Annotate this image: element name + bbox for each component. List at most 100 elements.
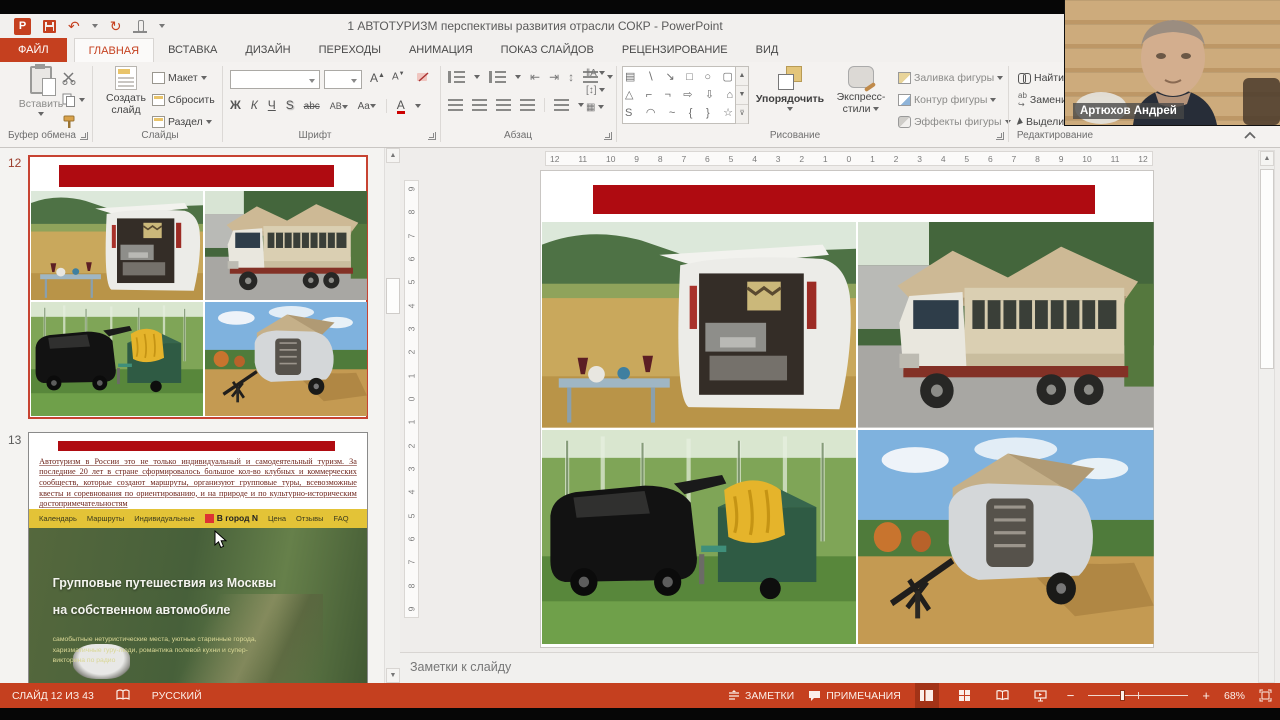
shape-icon[interactable]: ↘ [665, 71, 674, 83]
notes-toggle-button[interactable]: ЗАМЕТКИ [728, 690, 794, 702]
character-spacing-button[interactable]: АВ [330, 101, 348, 111]
comments-toggle-button[interactable]: ПРИМЕЧАНИЯ [808, 690, 901, 702]
grow-font-button[interactable]: А▲ [370, 71, 385, 85]
font-dialog-launcher[interactable] [428, 132, 436, 140]
font-color-caret-icon[interactable] [414, 104, 421, 109]
shapes-scroll-up-icon[interactable]: ▲ [736, 67, 748, 86]
justify-icon[interactable] [520, 99, 535, 111]
tab-insert[interactable]: ВСТАВКА [154, 38, 231, 62]
tab-transitions[interactable]: ПЕРЕХОДЫ [305, 38, 395, 62]
increase-indent-icon[interactable]: ⇥ [549, 70, 559, 84]
tab-view[interactable]: ВИД [742, 38, 793, 62]
new-slide-button[interactable]: Создать слайд [100, 66, 152, 116]
font-size-combobox[interactable] [324, 70, 362, 89]
text-shadow-button[interactable]: S [286, 98, 294, 112]
zoom-slider-thumb[interactable] [1120, 690, 1126, 701]
thumbnail-scrollbar[interactable]: ▲ ▼ [384, 148, 400, 683]
shapes-gallery-scroll[interactable]: ▲ ▼ ⊽ [736, 66, 749, 124]
shape-icon[interactable]: ▤ [625, 71, 635, 83]
columns-icon[interactable] [554, 99, 569, 111]
shape-icon[interactable]: ∖ [647, 71, 654, 83]
shape-fill-button[interactable]: Заливка фигуры [898, 70, 1004, 86]
shape-icon[interactable]: ⌐ [646, 89, 652, 101]
tab-home[interactable]: ГЛАВНАЯ [73, 38, 155, 62]
line-spacing-caret-icon[interactable] [607, 75, 614, 79]
shapes-gallery[interactable]: ▤ ∖ ↘ □ ○ ▢ △ ⌐ ¬ ⇨ ⇩ ⌂ S ◠ ~ {} ☆ [622, 66, 736, 124]
find-button[interactable]: Найти [1018, 70, 1064, 86]
quick-styles-button[interactable]: Экспресс- стили [832, 66, 890, 115]
italic-button[interactable]: К [251, 98, 258, 112]
change-case-button[interactable]: Aa [358, 101, 376, 112]
line-spacing-icon[interactable]: ↕ [568, 70, 574, 84]
text-direction-button[interactable]: ‖A [586, 68, 606, 79]
bullets-icon[interactable] [448, 71, 465, 83]
language-indicator[interactable]: РУССКИЙ [152, 690, 202, 702]
normal-view-button[interactable] [914, 683, 939, 708]
paragraph-dialog-launcher[interactable] [604, 132, 612, 140]
shape-icon[interactable]: ◠ [646, 107, 656, 119]
align-center-icon[interactable] [472, 99, 487, 111]
tab-slideshow[interactable]: ПОКАЗ СЛАЙДОВ [487, 38, 608, 62]
font-name-combobox[interactable] [230, 70, 320, 89]
slide-counter[interactable]: СЛАЙД 12 ИЗ 43 [12, 690, 94, 702]
convert-smartart-button[interactable]: ▦ [586, 102, 605, 113]
photo-van-tent-trailer[interactable] [542, 430, 856, 644]
arrange-button[interactable]: Упорядочить [756, 66, 824, 111]
tab-animation[interactable]: АНИМАЦИЯ [395, 38, 487, 62]
shape-icon[interactable]: ⌂ [726, 89, 733, 101]
shape-icon[interactable]: ~ [669, 107, 675, 119]
photo-expedition-truck[interactable] [858, 222, 1154, 428]
notes-pane[interactable]: Заметки к слайду [400, 652, 1258, 683]
shape-icon[interactable]: { [689, 107, 693, 119]
reading-view-button[interactable] [991, 683, 1015, 708]
strikethrough-button[interactable]: abc [304, 101, 320, 112]
shape-icon[interactable]: ¬ [665, 89, 671, 101]
photo-teardrop-trailer[interactable] [858, 430, 1154, 644]
tab-review[interactable]: РЕЦЕНЗИРОВАНИЕ [608, 38, 742, 62]
shape-icon[interactable]: △ [625, 89, 633, 101]
shapes-gallery-more-icon[interactable]: ⊽ [736, 105, 748, 124]
decrease-indent-icon[interactable]: ⇤ [530, 70, 540, 84]
numbering-icon[interactable] [489, 71, 506, 83]
zoom-out-button[interactable]: − [1067, 688, 1075, 703]
slide-sorter-view-button[interactable] [953, 683, 977, 708]
slide-13-thumbnail[interactable]: Автотуризм в России это не только индиви… [28, 432, 368, 683]
shape-icon[interactable]: ▢ [723, 71, 733, 83]
tab-design[interactable]: ДИЗАЙН [231, 38, 304, 62]
scrollbar-thumb[interactable] [386, 278, 400, 314]
layout-button[interactable]: Макет [152, 70, 207, 86]
zoom-slider[interactable] [1088, 690, 1189, 701]
zoom-level[interactable]: 68% [1224, 690, 1245, 702]
align-text-button[interactable]: [↕] [586, 85, 606, 96]
slide-12-thumbnail[interactable] [28, 155, 368, 419]
shape-icon[interactable]: ⇩ [705, 89, 714, 101]
main-scrollbar[interactable]: ▲ [1258, 150, 1275, 683]
underline-button[interactable]: Ч [268, 98, 276, 112]
cut-button[interactable] [62, 70, 76, 86]
section-button[interactable]: Раздел [152, 114, 212, 130]
shape-effects-button[interactable]: Эффекты фигуры [898, 114, 1011, 130]
scroll-down-icon[interactable]: ▼ [386, 668, 400, 683]
bold-button[interactable]: Ж [230, 98, 241, 112]
shape-icon[interactable]: S [625, 107, 632, 119]
fit-to-window-icon[interactable] [1259, 689, 1272, 702]
collapse-ribbon-icon[interactable] [1243, 130, 1257, 140]
shape-icon[interactable]: ⇨ [683, 89, 692, 101]
scroll-up-icon[interactable]: ▲ [386, 148, 400, 163]
copy-button[interactable] [62, 92, 85, 108]
shape-icon[interactable]: □ [686, 71, 693, 83]
bullets-caret-icon[interactable] [474, 75, 480, 79]
clear-formatting-icon[interactable] [416, 71, 431, 85]
shape-icon[interactable]: ☆ [723, 107, 733, 119]
scrollbar-thumb[interactable] [1260, 169, 1274, 369]
shapes-scroll-down-icon[interactable]: ▼ [736, 86, 748, 105]
spellcheck-icon[interactable] [116, 689, 130, 702]
shape-icon[interactable]: ○ [704, 71, 711, 83]
scroll-up-icon[interactable]: ▲ [1260, 151, 1274, 166]
zoom-in-button[interactable]: + [1202, 688, 1210, 703]
slide-title-bar[interactable] [593, 185, 1095, 214]
tab-file[interactable]: ФАЙЛ [0, 38, 67, 62]
format-painter-button[interactable] [62, 114, 76, 130]
slideshow-view-button[interactable] [1029, 683, 1053, 708]
reset-button[interactable]: Сбросить [152, 92, 215, 108]
